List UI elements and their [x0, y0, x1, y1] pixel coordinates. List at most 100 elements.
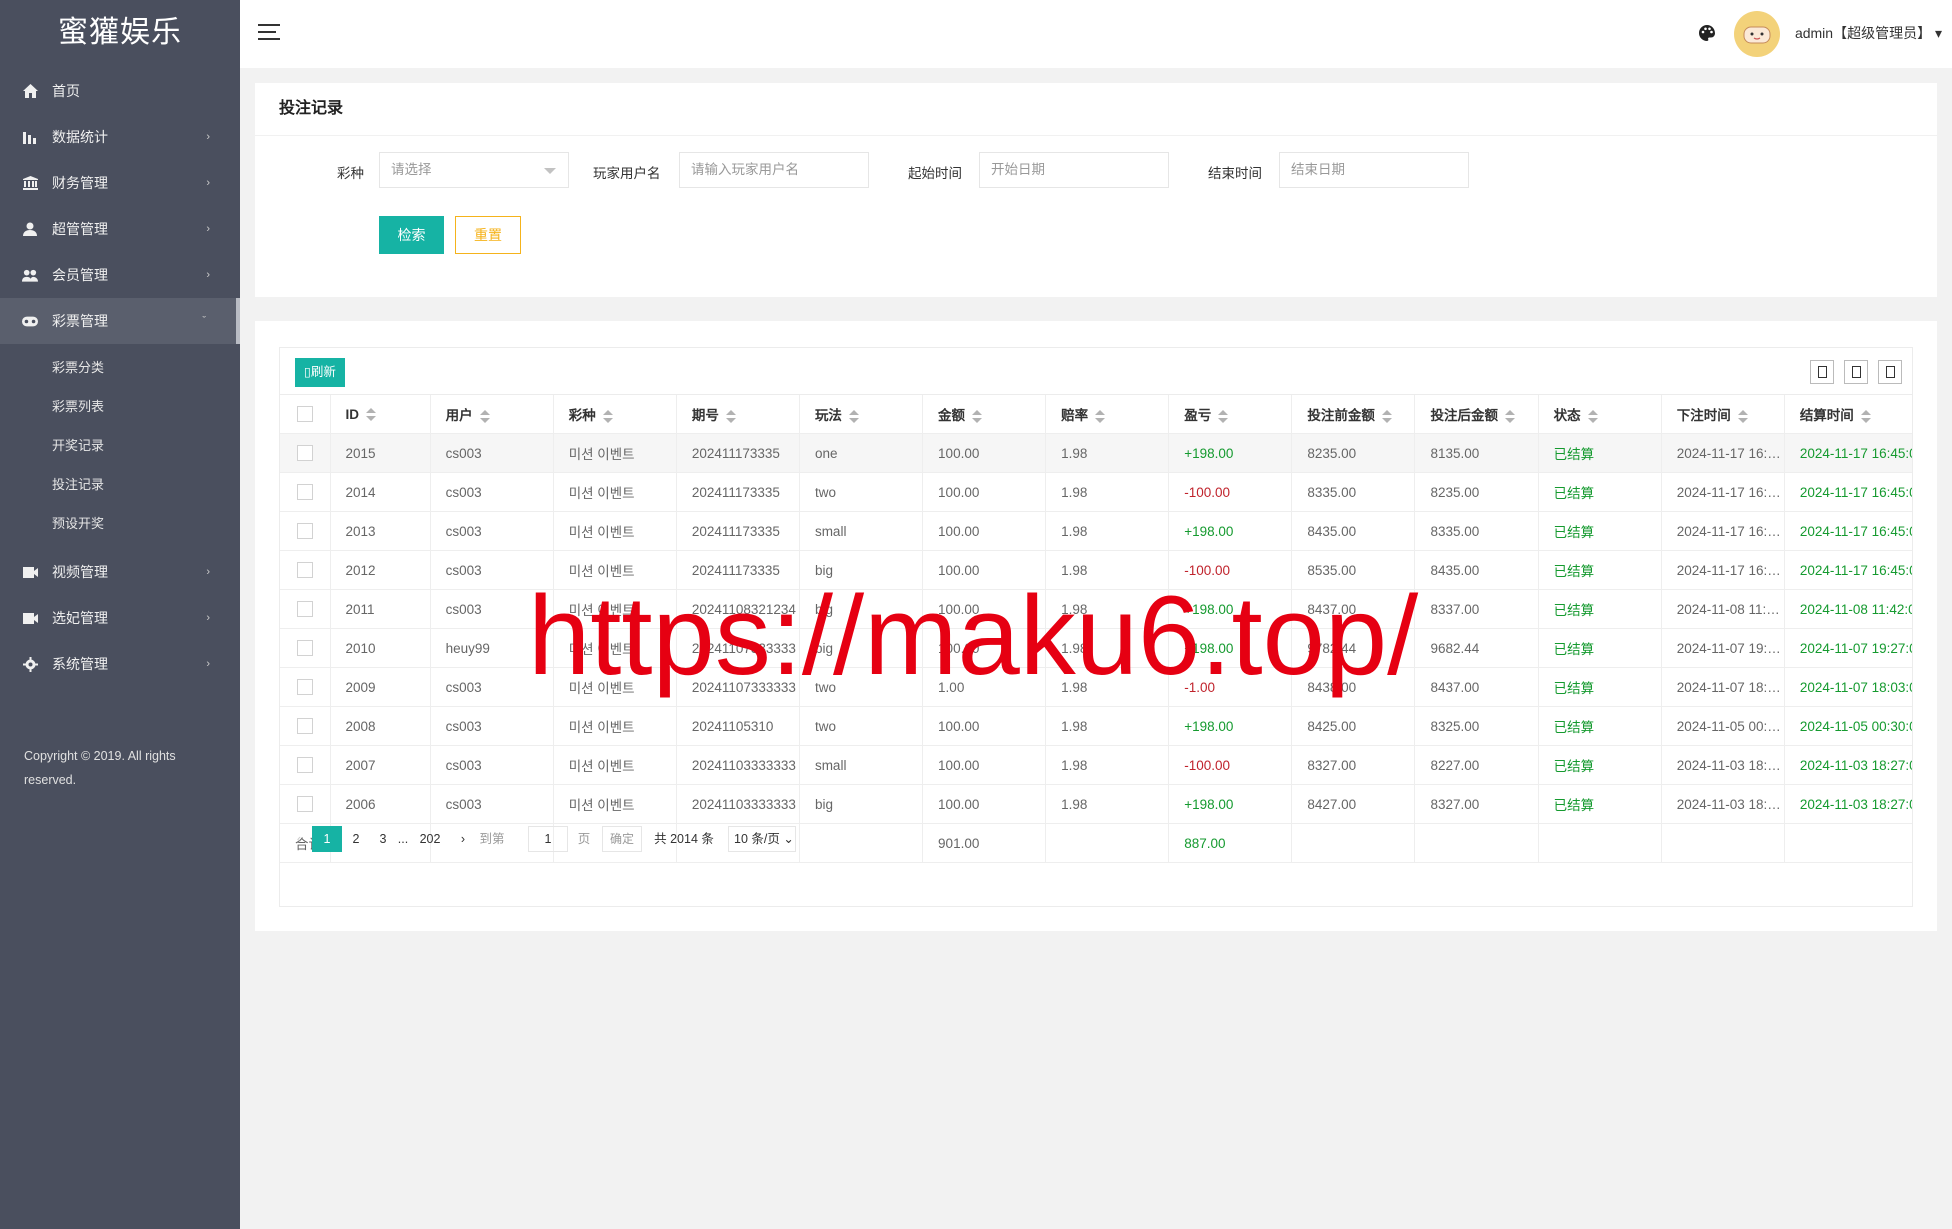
prev-page-button[interactable]: ‹ [292, 826, 306, 852]
table-row[interactable]: 2015 cs003 미션 이벤트 202411173335 one 100.00 1.98… [280, 433, 1912, 473]
row-checkbox[interactable] [296, 445, 313, 462]
row-checkbox[interactable] [296, 562, 313, 579]
column-header[interactable]: ID [330, 395, 431, 434]
row-checkbox[interactable] [296, 757, 313, 774]
row-checkbox[interactable] [296, 718, 313, 735]
end-date-input[interactable]: 结束日期 [1279, 152, 1469, 188]
sidebar-item-label: 超管管理 [52, 221, 108, 237]
sort-icon[interactable] [1860, 409, 1871, 423]
sort-icon[interactable] [725, 409, 736, 423]
sidebar-subitem-1[interactable]: 彩票列表 [0, 387, 240, 426]
sort-icon[interactable] [972, 409, 983, 423]
column-header[interactable]: 金额 [922, 395, 1047, 434]
palette-icon[interactable] [1698, 24, 1716, 42]
avatar[interactable] [1734, 11, 1780, 57]
sort-icon[interactable] [1504, 409, 1515, 423]
sidebar-item-label: 视频管理 [52, 564, 108, 580]
top-header: admin【超级管理员】 ▾ [240, 0, 1952, 68]
chevron-icon: › [206, 566, 210, 578]
next-page-button[interactable]: › [456, 826, 470, 852]
menu-toggle-icon[interactable] [258, 24, 280, 42]
home-icon [22, 68, 38, 114]
sidebar-item-2[interactable]: 财务管理 › [0, 160, 240, 206]
column-header[interactable]: 结算时间 [1784, 395, 1912, 434]
cell-after: 8325.00 [1414, 706, 1539, 746]
export-icon[interactable] [1844, 360, 1868, 384]
row-checkbox[interactable] [296, 640, 313, 657]
cell-id: 2010 [330, 628, 431, 668]
sort-icon[interactable] [366, 408, 377, 422]
reset-button[interactable]: 重置 [455, 216, 521, 254]
select-all-checkbox[interactable] [296, 406, 313, 423]
cell-before: 8335.00 [1291, 472, 1416, 512]
cell-settle_time: 2024-11-05 00:30:00 [1784, 706, 1912, 746]
column-header[interactable]: 玩法 [799, 395, 924, 434]
column-header[interactable]: 用户 [430, 395, 554, 434]
sort-icon[interactable] [1381, 409, 1392, 423]
table-row[interactable]: 2014 cs003 미션 이벤트 202411173335 two 100.00 1.98… [280, 472, 1912, 512]
goto-page-input[interactable]: 1 [528, 826, 568, 852]
row-checkbox[interactable] [296, 679, 313, 696]
page-last[interactable]: 202 [412, 826, 448, 852]
sidebar-item-7[interactable]: 选妃管理 › [0, 595, 240, 641]
sort-icon[interactable] [479, 409, 490, 423]
row-checkbox[interactable] [296, 601, 313, 618]
sidebar-item-3[interactable]: 超管管理 › [0, 206, 240, 252]
start-date-input[interactable]: 开始日期 [979, 152, 1169, 188]
refresh-button[interactable]: ▯刷新 [295, 358, 345, 387]
sort-icon[interactable] [1737, 409, 1748, 423]
sidebar-item-1[interactable]: 数据统计 › [0, 114, 240, 160]
chevron-icon: › [206, 612, 210, 624]
sidebar-subitem-2[interactable]: 开奖记录 [0, 426, 240, 465]
column-header[interactable]: 彩种 [553, 395, 677, 434]
user-menu[interactable]: admin【超级管理员】 ▾ [1795, 0, 1942, 66]
print-icon[interactable] [1878, 360, 1902, 384]
cell-id: 2014 [330, 472, 431, 512]
row-checkbox[interactable] [296, 484, 313, 501]
sidebar-item-5[interactable]: 彩票管理 ˇ [0, 298, 240, 344]
column-header[interactable]: 投注后金额 [1414, 395, 1539, 434]
column-header[interactable]: 期号 [676, 395, 800, 434]
lottery-select[interactable]: 请选择 [379, 152, 569, 188]
page-size-select[interactable]: 10 条/页 ⌄ [728, 826, 796, 852]
cell-after: 8435.00 [1414, 550, 1539, 590]
table-row[interactable]: 2007 cs003 미션 이벤트 20241103333333 small 100.00… [280, 745, 1912, 785]
sort-icon[interactable] [848, 409, 859, 423]
column-header[interactable]: 盈亏 [1168, 395, 1293, 434]
goto-confirm-button[interactable]: 确定 [602, 826, 642, 852]
sidebar-item-0[interactable]: 首页 [0, 68, 240, 114]
row-checkbox[interactable] [296, 796, 313, 813]
columns-filter-icon[interactable] [1810, 360, 1834, 384]
row-checkbox[interactable] [296, 523, 313, 540]
sort-icon[interactable] [602, 409, 613, 423]
chevron-icon: ˇ [202, 315, 206, 327]
column-header[interactable]: 下注时间 [1661, 395, 1785, 434]
cell-settle_time: 2024-11-07 19:27:00 [1784, 628, 1912, 668]
sidebar-item-label: 首页 [52, 83, 80, 99]
sidebar-subitem-3[interactable]: 投注记录 [0, 465, 240, 504]
page-1[interactable]: 1 [312, 826, 342, 852]
sort-icon[interactable] [1587, 409, 1598, 423]
search-button[interactable]: 检索 [379, 216, 444, 254]
page-title: 投注记录 [255, 83, 1937, 136]
page-3[interactable]: 3 [370, 826, 396, 852]
sort-icon[interactable] [1095, 409, 1106, 423]
table-row[interactable]: 2008 cs003 미션 이벤트 20241105310 two 100.00 1.98 +… [280, 706, 1912, 746]
page-2[interactable]: 2 [342, 826, 370, 852]
column-header[interactable]: 状态 [1538, 395, 1662, 434]
cell-before: 8425.00 [1291, 706, 1416, 746]
column-header[interactable]: 投注前金额 [1291, 395, 1416, 434]
sidebar-subitem-0[interactable]: 彩票分类 [0, 348, 240, 387]
cell-odds: 1.98 [1045, 745, 1170, 785]
cell-amount: 100.00 [922, 706, 1047, 746]
sort-icon[interactable] [1218, 409, 1229, 423]
sidebar-item-4[interactable]: 会员管理 › [0, 252, 240, 298]
cell-issue: 202411173335 [676, 511, 800, 551]
sidebar-subitem-4[interactable]: 预设开奖 [0, 504, 240, 543]
username-input[interactable]: 请输入玩家用户名 [679, 152, 869, 188]
sidebar-item-8[interactable]: 系统管理 › [0, 641, 240, 687]
table-row[interactable]: 2013 cs003 미션 이벤트 202411173335 small 100.00 1.… [280, 511, 1912, 551]
column-header[interactable]: 赔率 [1045, 395, 1170, 434]
cell-status: 已结算 [1538, 628, 1662, 668]
sidebar-item-6[interactable]: 视频管理 › [0, 549, 240, 595]
